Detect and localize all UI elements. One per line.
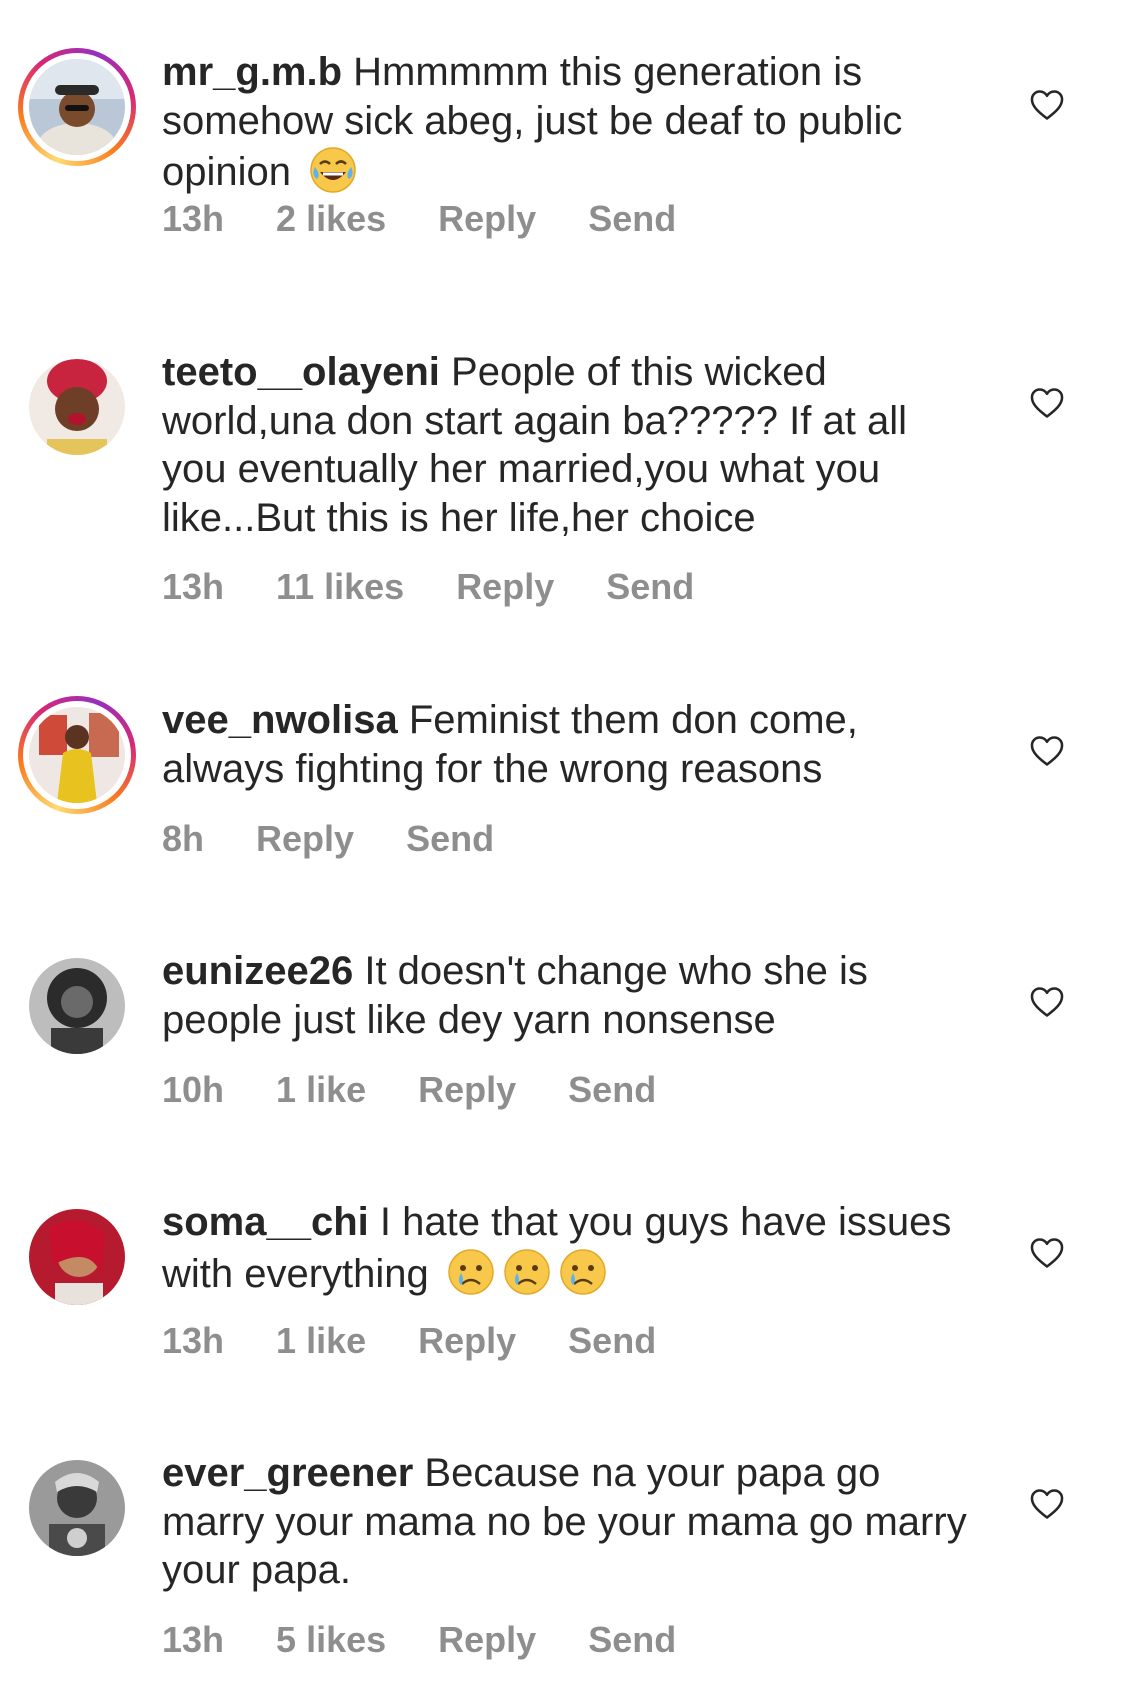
avatar[interactable] [18,348,136,466]
send-button[interactable]: Send [588,1619,676,1661]
comment-text: mr_g.m.b Hmmmmm this generation is someh… [162,48,982,197]
comment-username[interactable]: vee_nwolisa [162,698,398,742]
comment-timestamp: 13h [162,1320,225,1361]
comment-text: soma__chi I hate that you guys have issu… [162,1198,982,1298]
comment-likes-count[interactable]: 11 likes [276,566,404,608]
comment-timestamp: 13h [162,1619,225,1660]
send-button[interactable]: Send [606,566,694,608]
avatar[interactable] [18,696,136,814]
crying-face-emoji [558,1247,608,1297]
heart-outline-icon[interactable] [1028,86,1066,124]
heart-outline-icon[interactable] [1028,1234,1066,1272]
comment-meta: 13h 11 likes Reply Send [162,566,694,608]
heart-outline-icon[interactable] [1028,983,1066,1021]
comment-username[interactable]: eunizee26 [162,949,353,993]
comment-meta: 13h 2 likes Reply Send [162,198,676,240]
comment-text: teeto__olayeni People of this wicked wor… [162,348,982,542]
comment-meta: 13h 1 like Reply Send [162,1320,656,1362]
comment-username[interactable]: ever_greener [162,1451,413,1495]
send-button[interactable]: Send [568,1320,656,1362]
avatar[interactable] [18,1198,136,1316]
comment-text: eunizee26 It doesn't change who she is p… [162,947,982,1044]
comment-likes-count[interactable]: 1 like [276,1320,366,1362]
comment-text: ever_greener Because na your papa go mar… [162,1449,982,1595]
tears-of-joy-emoji [308,145,358,195]
send-button[interactable]: Send [568,1069,656,1111]
comment-timestamp: 8h [162,818,205,859]
comment-likes-count[interactable]: 2 likes [276,198,386,240]
reply-button[interactable]: Reply [418,1069,516,1111]
comment-username[interactable]: soma__chi [162,1200,369,1244]
comment-likes-count[interactable]: 1 like [276,1069,366,1111]
comment-timestamp: 13h [162,566,225,607]
heart-outline-icon[interactable] [1028,732,1066,770]
crying-face-emoji [446,1247,496,1297]
send-button[interactable]: Send [406,818,494,860]
reply-button[interactable]: Reply [456,566,554,608]
comment-meta: 10h 1 like Reply Send [162,1069,656,1111]
avatar[interactable] [18,48,136,166]
reply-button[interactable]: Reply [438,198,536,240]
comment-username[interactable]: teeto__olayeni [162,350,440,394]
avatar[interactable] [18,947,136,1065]
comment-text: vee_nwolisa Feminist them don come, alwa… [162,696,982,793]
send-button[interactable]: Send [588,198,676,240]
reply-button[interactable]: Reply [256,818,354,860]
reply-button[interactable]: Reply [418,1320,516,1362]
comment-timestamp: 10h [162,1069,225,1110]
comment-username[interactable]: mr_g.m.b [162,50,342,94]
comment-meta: 13h 5 likes Reply Send [162,1619,676,1661]
heart-outline-icon[interactable] [1028,384,1066,422]
comment-likes-count[interactable]: 5 likes [276,1619,386,1661]
comment-timestamp: 13h [162,198,225,239]
reply-button[interactable]: Reply [438,1619,536,1661]
crying-face-emoji [502,1247,552,1297]
comment-meta: 8h Reply Send [162,818,494,860]
avatar[interactable] [18,1449,136,1567]
heart-outline-icon[interactable] [1028,1485,1066,1523]
